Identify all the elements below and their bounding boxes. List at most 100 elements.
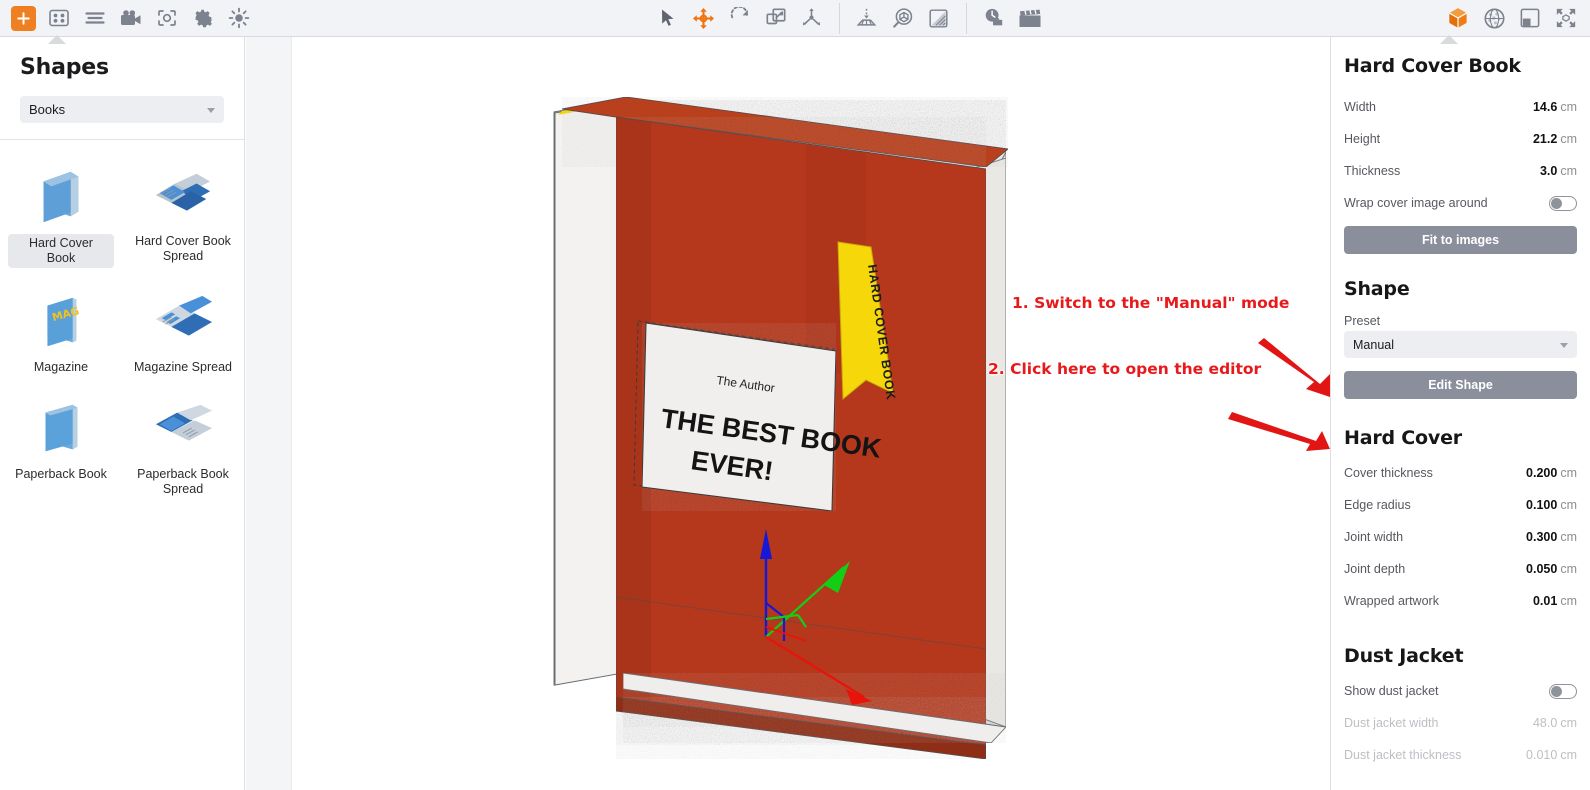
magnifier-cube-icon — [892, 8, 912, 28]
shape-label: Magazine Spread — [134, 360, 232, 374]
toolbar-media-group — [976, 0, 1048, 37]
show-dust-jacket-toggle[interactable] — [1549, 683, 1577, 699]
property-label: Joint depth — [1344, 562, 1406, 576]
object-title: Hard Cover Book — [1344, 55, 1521, 77]
shape-category-select[interactable]: Books — [20, 96, 224, 123]
property-unit: cm — [1560, 562, 1577, 576]
toolbar-transform-group — [650, 0, 830, 37]
property-value-group: 0.01 cm — [1533, 594, 1577, 608]
property-row-height[interactable]: Height 21.2 cm — [1344, 123, 1577, 155]
property-value-group: 0.300 cm — [1526, 530, 1577, 544]
shape-label: Paperback Book — [15, 467, 107, 481]
toggle-knob — [1551, 685, 1562, 697]
property-value: 0.100 — [1526, 498, 1558, 512]
property-label: Dust jacket width — [1344, 716, 1439, 730]
property-value-group: 0.050 cm — [1526, 562, 1577, 576]
shape-item-paperback-book[interactable]: Paperback Book — [0, 389, 122, 511]
shape-label: Hard Cover Book Spread — [135, 234, 231, 263]
select-tool[interactable] — [650, 3, 686, 33]
fullscreen-button[interactable] — [1548, 3, 1584, 33]
rotate-dashed-icon — [730, 7, 748, 19]
property-unit: cm — [1560, 466, 1577, 480]
property-label: Cover thickness — [1344, 466, 1433, 480]
property-value: 3.0 — [1539, 164, 1558, 178]
move-cross-arrows-icon — [692, 7, 715, 29]
history-button[interactable] — [976, 3, 1012, 33]
fit-to-images-button[interactable]: Fit to images — [1344, 226, 1577, 254]
shape-item-hard-cover-book[interactable]: Hard Cover Book — [0, 156, 122, 282]
property-value-group: 0.100 cm — [1526, 498, 1577, 512]
property-label: Joint width — [1344, 530, 1404, 544]
shapes-panel-header: Shapes Books — [0, 37, 244, 139]
rotate-tool[interactable] — [722, 3, 758, 33]
movie-camera-icon — [121, 9, 141, 25]
property-unit: cm — [1560, 132, 1577, 146]
shape-item-magazine[interactable]: MAG Magazine — [0, 282, 122, 389]
annotation-step-1: 1. Switch to the "Manual" mode — [1012, 294, 1290, 312]
material-preview-button[interactable] — [921, 3, 957, 33]
magazine-icon: MAG — [47, 297, 81, 347]
property-unit: cm — [1560, 164, 1577, 178]
property-row-joint-width[interactable]: Joint width 0.300 cm — [1344, 521, 1577, 553]
toggle-knob — [1551, 197, 1562, 209]
property-row-edge-radius[interactable]: Edge radius 0.100 cm — [1344, 489, 1577, 521]
orange-cube-icon — [1449, 8, 1467, 28]
explode-nodes-icon — [802, 8, 821, 26]
left-panel-tab-caret — [48, 35, 66, 45]
snapshot-button[interactable] — [149, 3, 185, 33]
plus-icon — [10, 5, 36, 31]
property-label: Width — [1344, 100, 1376, 114]
settings-button[interactable] — [185, 3, 221, 33]
property-label: Edge radius — [1344, 498, 1411, 512]
toolbar-left-group — [0, 0, 257, 37]
property-label: Wrapped artwork — [1344, 594, 1439, 608]
explode-tool[interactable] — [794, 3, 830, 33]
property-value: 0.010 — [1526, 748, 1558, 762]
scale-tool[interactable] — [758, 3, 794, 33]
drop-to-floor-button[interactable] — [849, 3, 885, 33]
wrap-cover-toggle[interactable] — [1549, 195, 1577, 211]
property-row-width[interactable]: Width 14.6 cm — [1344, 91, 1577, 123]
shape-item-paperback-book-spread[interactable]: Paperback Book Spread — [122, 389, 244, 511]
chevron-down-icon — [207, 107, 215, 113]
move-tool[interactable] — [686, 3, 722, 33]
property-row-wrap-cover: Wrap cover image around — [1344, 187, 1577, 219]
property-value-group: 0.200 cm — [1526, 466, 1577, 480]
drop-to-floor-icon — [856, 8, 877, 26]
shape-label: Magazine — [33, 360, 89, 374]
animation-button[interactable] — [1012, 3, 1048, 33]
edit-shape-button[interactable]: Edit Shape — [1344, 371, 1577, 399]
property-row-dust-jacket-width: Dust jacket width 48.0 cm — [1344, 707, 1577, 739]
property-row-dust-jacket-thickness: Dust jacket thickness 0.010 cm — [1344, 739, 1577, 771]
property-row-joint-depth[interactable]: Joint depth 0.050 cm — [1344, 553, 1577, 585]
shape-item-hard-cover-book-spread[interactable]: Hard Cover Book Spread — [122, 156, 244, 282]
render-3d-button[interactable] — [1440, 3, 1476, 33]
viewport-3d[interactable]: HARD COVER BOOK The Author THE BEST BOOK… — [246, 37, 1330, 790]
property-unit: cm — [1560, 716, 1577, 730]
camera-button[interactable] — [113, 3, 149, 33]
property-value-group: 0.010 cm — [1526, 748, 1577, 762]
book-3d-model: HARD COVER BOOK The Author THE BEST BOOK… — [553, 96, 1010, 760]
property-row-thickness[interactable]: Thickness 3.0 cm — [1344, 155, 1577, 187]
property-row-wrapped-artwork[interactable]: Wrapped artwork 0.01 cm — [1344, 585, 1577, 617]
shapes-panel: Shapes Books Hard Cover Book Hard Cover … — [0, 37, 245, 790]
property-row-cover-thickness[interactable]: Cover thickness 0.200 cm — [1344, 457, 1577, 489]
shape-item-magazine-spread[interactable]: Magazine Spread — [122, 282, 244, 389]
list-view-button[interactable] — [77, 3, 113, 33]
environment-button[interactable] — [1476, 3, 1512, 33]
grid-view-button[interactable] — [41, 3, 77, 33]
image-corner-icon — [1520, 8, 1540, 28]
add-button[interactable] — [5, 3, 41, 33]
inspect-object-button[interactable] — [885, 3, 921, 33]
lighting-button[interactable] — [221, 3, 257, 33]
property-value: 0.050 — [1526, 562, 1558, 576]
clapperboard-icon — [1019, 9, 1040, 27]
property-unit: cm — [1560, 498, 1577, 512]
property-label: Height — [1344, 132, 1381, 146]
property-label: Show dust jacket — [1344, 684, 1439, 698]
annotation-step-2: 2. Click here to open the editor — [988, 360, 1262, 378]
property-value: 21.2 — [1532, 132, 1558, 146]
property-value-group: 48.0 cm — [1533, 716, 1577, 730]
preset-select[interactable]: Manual — [1344, 331, 1577, 358]
image-output-button[interactable] — [1512, 3, 1548, 33]
